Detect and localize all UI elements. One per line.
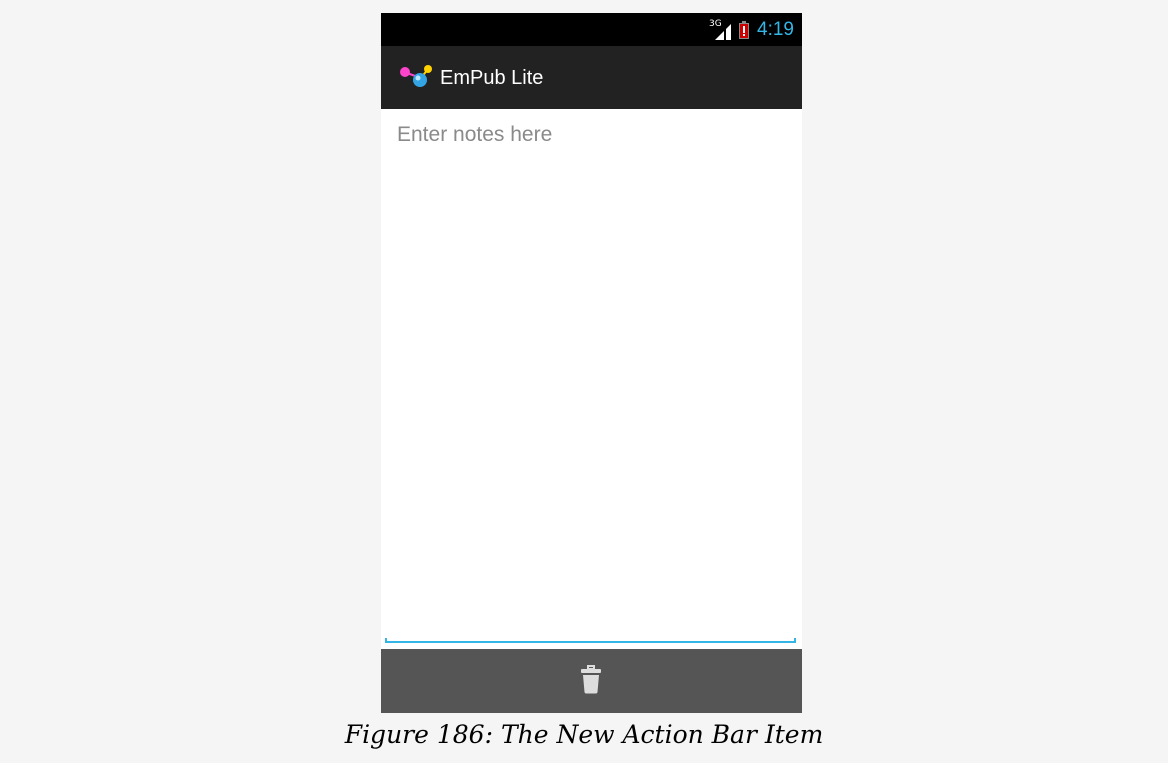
action-bar: EmPub Lite	[381, 46, 802, 109]
notes-input[interactable]	[397, 123, 785, 623]
empub-logo-icon[interactable]	[399, 64, 433, 90]
app-title: EmPub Lite	[440, 67, 544, 89]
input-underline	[385, 638, 796, 643]
page: 3G 4:19 EmPub Lite Enter notes here Figu…	[0, 0, 1168, 763]
figure-caption: Figure 186: The New Action Bar Item	[344, 720, 824, 749]
trash-icon	[580, 664, 602, 698]
phone-screen: 3G 4:19 EmPub Lite Enter notes here	[381, 13, 802, 713]
battery-low-icon	[739, 21, 750, 39]
signal-icon: 3G	[709, 19, 732, 40]
status-clock: 4:19	[757, 19, 794, 40]
delete-button[interactable]	[561, 657, 621, 705]
split-action-bar	[381, 649, 802, 713]
status-bar: 3G 4:19	[381, 13, 802, 46]
status-icons: 3G 4:19	[709, 18, 794, 42]
notes-editor	[381, 109, 802, 649]
